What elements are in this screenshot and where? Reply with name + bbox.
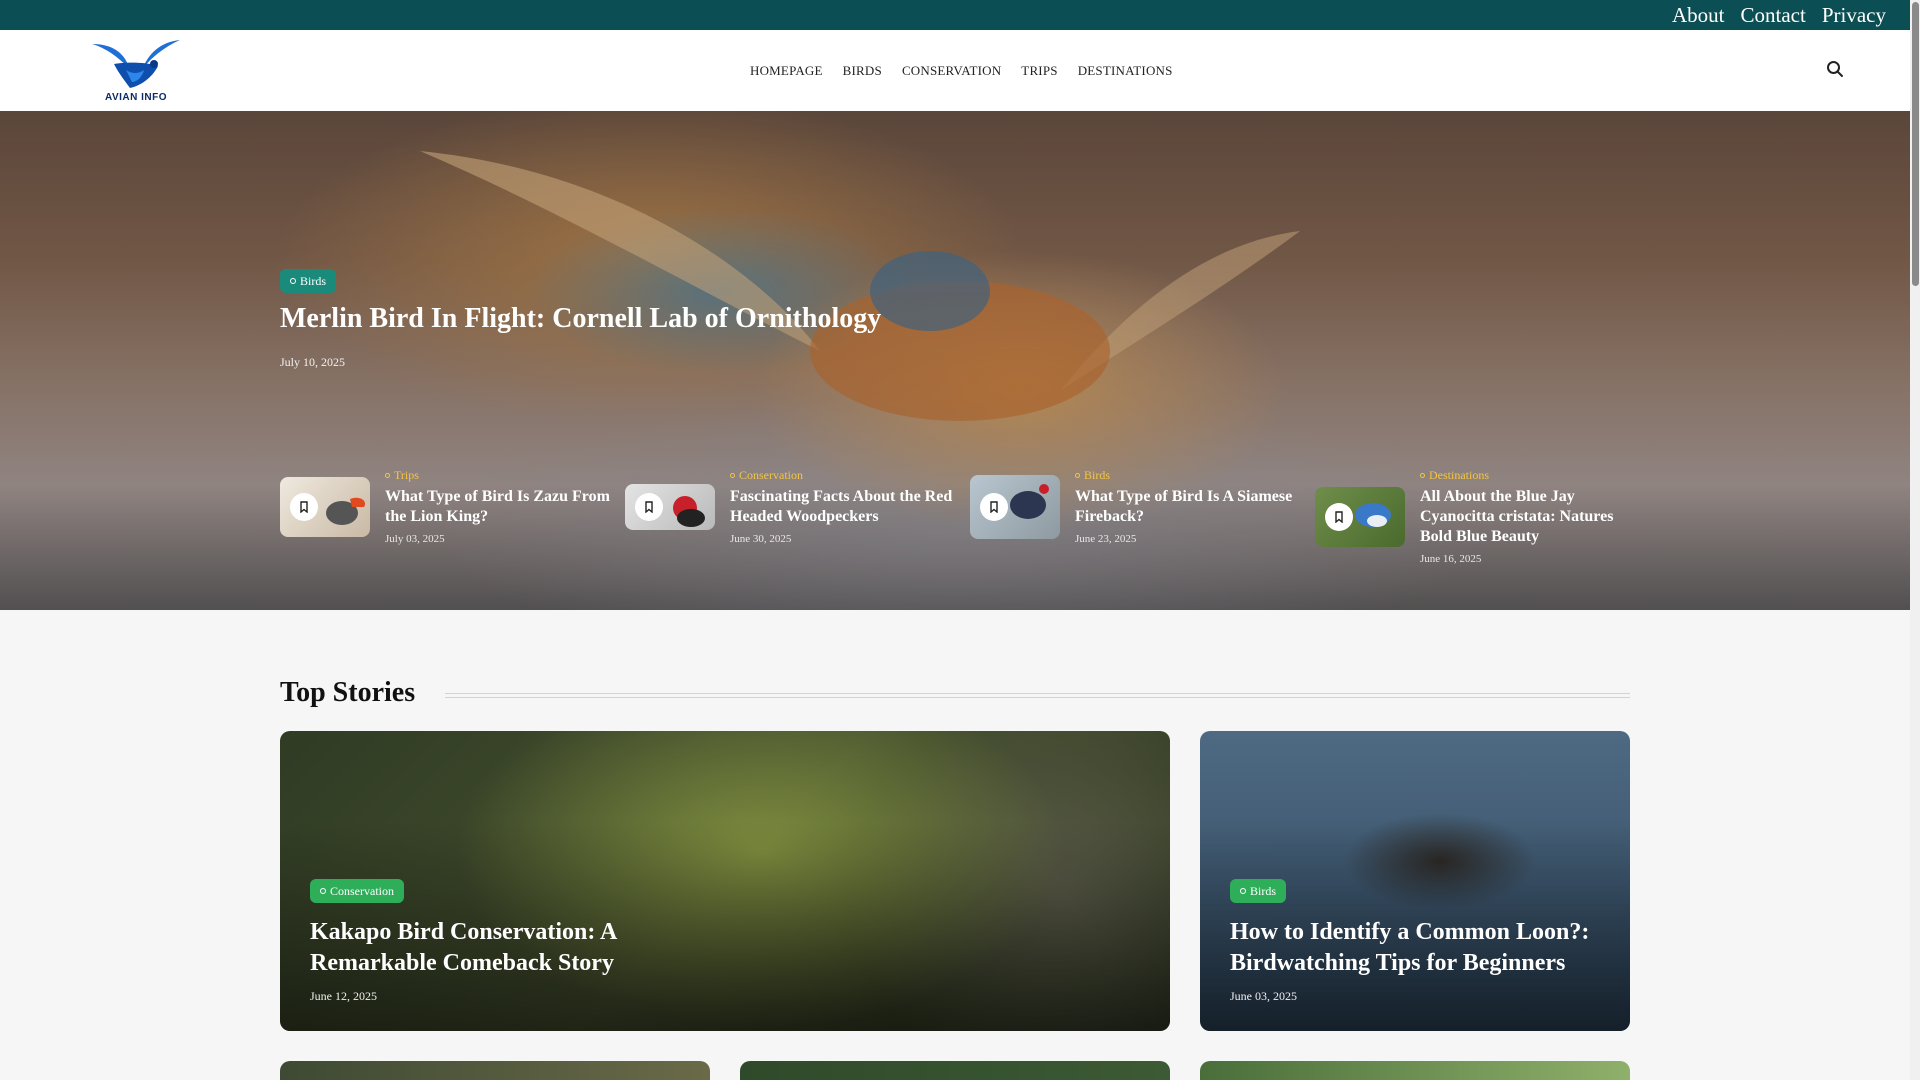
bookmark-button[interactable] [635,492,663,521]
mini-post-body: Destinations All About the Blue Jay Cyan… [1420,468,1645,565]
story-card[interactable]: Birds How to Identify a Common Loon?: Bi… [1200,731,1630,1031]
category-dot-icon [1075,473,1080,478]
mini-post[interactable]: Trips What Type of Bird Is Zazu From the… [280,468,610,545]
bookmark-icon [300,500,308,513]
badge-dot-icon [1240,888,1246,894]
mini-post-category-label: Trips [394,468,419,482]
card-title[interactable]: How to Identify a Common Loon?: Birdwatc… [1230,917,1610,979]
card-category: Conservation [330,883,394,898]
card-date: June 03, 2025 [1230,989,1297,1003]
story-card-partial[interactable] [740,1061,1170,1080]
hero-section: Birds Merlin Bird In Flight: Cornell Lab… [0,111,1910,610]
privacy-link[interactable]: Privacy [1822,0,1886,30]
mini-post[interactable]: Conservation Fascinating Facts About the… [625,468,955,545]
mini-post-title[interactable]: Fascinating Facts About the Red Headed W… [730,487,955,527]
card-category: Birds [1250,883,1277,898]
search-icon [1827,61,1843,77]
scrollbar-thumb[interactable] [1912,2,1919,286]
hero-title[interactable]: Merlin Bird In Flight: Cornell Lab of Or… [280,303,881,335]
mini-post-category[interactable]: Conservation [730,468,955,483]
about-link[interactable]: About [1672,0,1725,30]
site-header: AVIAN INFO HOMEPAGE BIRDS CONSERVATION T… [0,30,1910,111]
nav-trips[interactable]: TRIPS [1011,63,1067,79]
mini-post[interactable]: Birds What Type of Bird Is A Siamese Fir… [970,468,1300,545]
bird-logo-icon [92,40,180,88]
search-button[interactable] [1826,60,1846,80]
mini-post-category-label: Birds [1084,468,1111,482]
contact-link[interactable]: Contact [1741,0,1806,30]
nav-birds[interactable]: BIRDS [833,63,892,79]
mini-post-date: June 16, 2025 [1420,553,1482,565]
mini-post-title[interactable]: All About the Blue Jay Cyanocitta crista… [1420,487,1645,547]
post-thumbnail[interactable] [625,483,715,530]
card-title[interactable]: Kakapo Bird Conservation: A Remarkable C… [310,917,670,979]
badge-dot-icon [290,278,296,284]
post-thumbnail[interactable] [280,476,370,537]
story-card-partial[interactable] [280,1061,710,1080]
card-category-badge[interactable]: Birds [1230,879,1287,903]
logo-text: AVIAN INFO [104,92,168,103]
badge-dot-icon [320,888,326,894]
main-nav: HOMEPAGE BIRDS CONSERVATION TRIPS DESTIN… [740,30,1183,111]
mini-post[interactable]: Destinations All About the Blue Jay Cyan… [1315,468,1645,565]
hero-date: July 10, 2025 [280,355,346,369]
top-stories-heading: Top Stories [280,677,416,708]
mini-post-body: Trips What Type of Bird Is Zazu From the… [385,468,610,545]
mini-post-date: July 03, 2025 [385,533,445,545]
category-dot-icon [1420,473,1425,478]
category-dot-icon [385,473,390,478]
mini-post-category[interactable]: Birds [1075,468,1300,483]
hero-category: Birds [300,273,327,288]
mini-post-body: Conservation Fascinating Facts About the… [730,468,955,545]
mini-post-category[interactable]: Destinations [1420,468,1645,483]
bookmark-icon [990,500,998,513]
nav-destinations[interactable]: DESTINATIONS [1068,63,1183,79]
section-divider [445,693,1630,698]
story-card-partial[interactable] [1200,1061,1630,1080]
top-bar: About Contact Privacy [0,0,1910,30]
bookmark-icon [1335,510,1343,523]
mini-post-title[interactable]: What Type of Bird Is Zazu From the Lion … [385,487,610,527]
post-thumbnail[interactable] [970,474,1060,539]
card-date: June 12, 2025 [310,989,377,1003]
mini-post-category[interactable]: Trips [385,468,610,483]
bookmark-button[interactable] [980,492,1008,521]
card-category-badge[interactable]: Conservation [310,879,404,903]
nav-homepage[interactable]: HOMEPAGE [740,63,833,79]
mini-post-title[interactable]: What Type of Bird Is A Siamese Fireback? [1075,487,1300,527]
story-card-large[interactable]: Conservation Kakapo Bird Conservation: A… [280,731,1170,1031]
site-logo[interactable]: AVIAN INFO [86,34,186,106]
scrollbar-track[interactable] [1910,0,1920,1080]
mini-post-category-label: Destinations [1429,468,1489,482]
mini-post-date: June 30, 2025 [730,533,792,545]
mini-post-category-label: Conservation [739,468,803,482]
nav-conservation[interactable]: CONSERVATION [892,63,1011,79]
bookmark-icon [645,500,653,513]
hero-category-badge[interactable]: Birds [280,269,337,293]
mini-post-body: Birds What Type of Bird Is A Siamese Fir… [1075,468,1300,545]
card-overlay [280,731,1170,1031]
bookmark-button[interactable] [290,492,318,521]
category-dot-icon [730,473,735,478]
mini-post-date: June 23, 2025 [1075,533,1137,545]
post-thumbnail[interactable] [1315,486,1405,547]
bookmark-button[interactable] [1325,502,1353,531]
